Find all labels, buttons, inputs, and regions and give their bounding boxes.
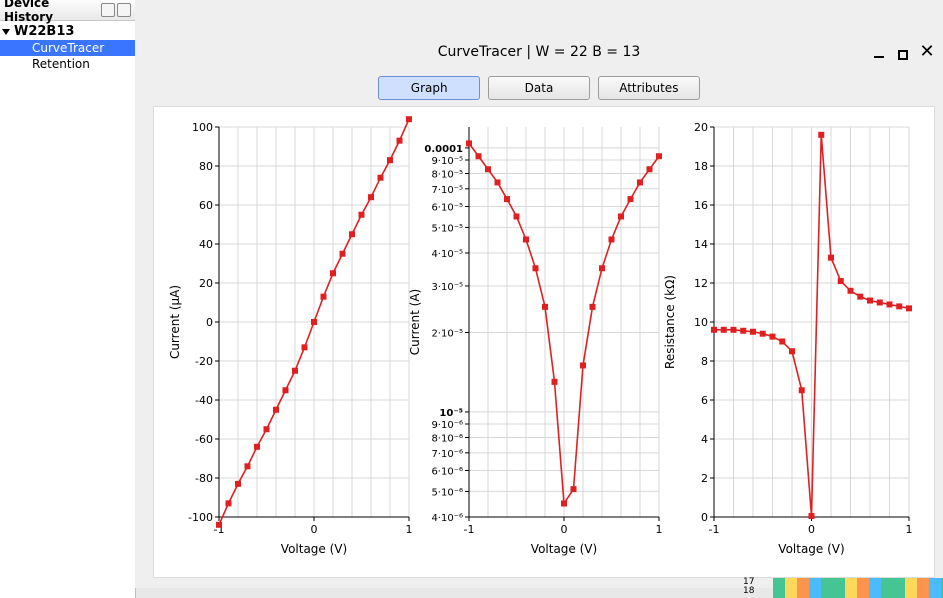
svg-text:10: 10 [694, 316, 708, 329]
tree-item-label: CurveTracer [32, 41, 104, 55]
row-label: 18 [743, 587, 754, 596]
svg-text:10⁻⁵: 10⁻⁵ [439, 408, 463, 419]
panel-header: Device History [0, 0, 135, 21]
svg-text:Voltage (V): Voltage (V) [778, 542, 844, 556]
svg-text:2·10⁻⁵: 2·10⁻⁵ [431, 328, 463, 339]
close-panel-icon[interactable] [117, 3, 131, 17]
svg-text:8: 8 [701, 355, 708, 368]
svg-text:4: 4 [701, 433, 708, 446]
svg-text:12: 12 [694, 277, 708, 290]
svg-text:14: 14 [694, 238, 708, 251]
svg-text:4·10⁻⁶: 4·10⁻⁶ [431, 513, 463, 524]
minimize-icon[interactable] [871, 44, 887, 60]
detach-icon[interactable] [101, 3, 115, 17]
tab-data[interactable]: Data [488, 76, 590, 100]
svg-text:80: 80 [199, 160, 213, 173]
svg-text:-100: -100 [188, 511, 213, 524]
view-toolbar: Graph Data Attributes [135, 76, 943, 100]
caret-down-icon[interactable] [2, 29, 10, 35]
window-controls: ✕ [871, 44, 935, 60]
svg-text:6: 6 [701, 394, 708, 407]
window-title: CurveTracer | W = 22 B = 13 [135, 44, 943, 60]
svg-text:7·10⁻⁶: 7·10⁻⁶ [431, 449, 463, 460]
chart-pane: -100-80-60-40-20020406080100-101Voltage … [153, 106, 935, 578]
svg-text:0: 0 [701, 511, 708, 524]
svg-text:Resistance (kΩ): Resistance (kΩ) [663, 275, 677, 369]
panel-title: Device History [4, 0, 99, 24]
svg-text:20: 20 [694, 121, 708, 134]
svg-text:Voltage (V): Voltage (V) [281, 542, 347, 556]
device-tree: W22B13 CurveTracer Retention [0, 21, 135, 74]
svg-text:20: 20 [199, 277, 213, 290]
svg-text:0: 0 [808, 523, 815, 536]
svg-text:8·10⁻⁵: 8·10⁻⁵ [431, 169, 463, 180]
svg-text:Current (µA): Current (µA) [168, 285, 182, 359]
svg-text:2: 2 [701, 472, 708, 485]
svg-text:-20: -20 [195, 355, 213, 368]
svg-text:1: 1 [906, 523, 913, 536]
main-window: CurveTracer | W = 22 B = 13 ✕ Graph Data… [135, 0, 943, 588]
svg-text:16: 16 [694, 199, 708, 212]
svg-text:9·10⁻⁶: 9·10⁻⁶ [431, 420, 463, 431]
svg-text:5·10⁻⁵: 5·10⁻⁵ [431, 223, 463, 234]
tree-root-node[interactable]: W22B13 [0, 23, 135, 40]
footer-row-labels: 17 18 [743, 578, 754, 596]
svg-text:Voltage (V): Voltage (V) [531, 542, 597, 556]
svg-text:0.0001: 0.0001 [424, 144, 463, 155]
svg-text:0: 0 [311, 523, 318, 536]
svg-text:18: 18 [694, 160, 708, 173]
tab-attributes[interactable]: Attributes [598, 76, 700, 100]
svg-text:60: 60 [199, 199, 213, 212]
svg-text:-80: -80 [195, 472, 213, 485]
svg-text:5·10⁻⁶: 5·10⁻⁶ [431, 487, 463, 498]
svg-text:7·10⁻⁵: 7·10⁻⁵ [431, 185, 463, 196]
svg-text:Current (A): Current (A) [408, 289, 422, 355]
svg-text:0: 0 [206, 316, 213, 329]
svg-text:40: 40 [199, 238, 213, 251]
svg-text:4·10⁻⁵: 4·10⁻⁵ [431, 249, 463, 260]
heatmap-strip [773, 578, 943, 598]
device-history-panel: Device History W22B13 CurveTracer Retent… [0, 0, 136, 598]
tab-graph[interactable]: Graph [378, 76, 480, 100]
tree-root-label: W22B13 [14, 24, 74, 39]
svg-text:0: 0 [561, 523, 568, 536]
charts-svg: -100-80-60-40-20020406080100-101Voltage … [154, 107, 934, 577]
tree-item-label: Retention [32, 57, 90, 71]
svg-text:-60: -60 [195, 433, 213, 446]
svg-text:-1: -1 [709, 523, 720, 536]
close-icon[interactable]: ✕ [919, 44, 935, 60]
svg-text:-40: -40 [195, 394, 213, 407]
tree-item-curvetracer[interactable]: CurveTracer [0, 40, 135, 56]
svg-text:-1: -1 [464, 523, 475, 536]
svg-text:8·10⁻⁶: 8·10⁻⁶ [431, 434, 463, 445]
svg-text:100: 100 [192, 121, 213, 134]
svg-text:6·10⁻⁵: 6·10⁻⁵ [431, 202, 463, 213]
maximize-icon[interactable] [895, 44, 911, 60]
svg-text:1: 1 [406, 523, 413, 536]
svg-text:1: 1 [656, 523, 663, 536]
tree-item-retention[interactable]: Retention [0, 56, 135, 72]
svg-text:9·10⁻⁵: 9·10⁻⁵ [431, 156, 463, 167]
svg-text:3·10⁻⁵: 3·10⁻⁵ [431, 282, 463, 293]
svg-text:6·10⁻⁶: 6·10⁻⁶ [431, 467, 463, 478]
